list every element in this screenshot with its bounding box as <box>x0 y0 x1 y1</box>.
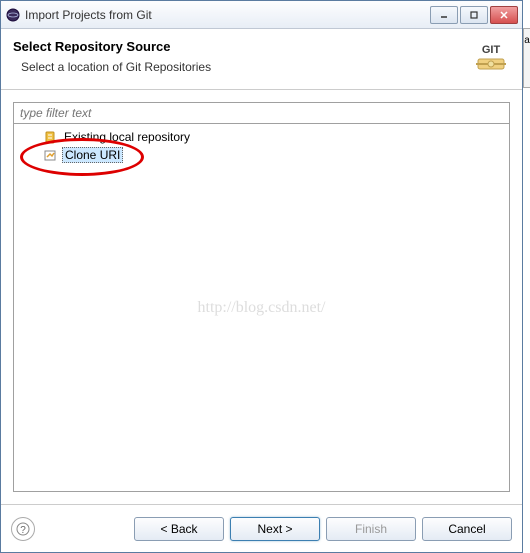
back-button[interactable]: < Back <box>134 517 224 541</box>
watermark-text: http://blog.csdn.net/ <box>198 299 326 317</box>
content-area: Existing local repository Clone URI http… <box>1 90 522 504</box>
repository-icon <box>42 129 58 145</box>
minimize-button[interactable] <box>430 6 458 24</box>
clone-icon <box>42 147 58 163</box>
svg-text:?: ? <box>20 525 26 536</box>
edge-fragment: a <box>523 28 530 88</box>
page-title: Select Repository Source <box>13 39 464 54</box>
tree-item-existing-local[interactable]: Existing local repository <box>14 128 509 146</box>
next-button[interactable]: Next > <box>230 517 320 541</box>
window-controls <box>430 6 518 24</box>
repository-source-tree[interactable]: Existing local repository Clone URI http… <box>13 124 510 492</box>
tree-item-label: Existing local repository <box>62 130 192 144</box>
titlebar: Import Projects from Git <box>1 1 522 29</box>
finish-button[interactable]: Finish <box>326 517 416 541</box>
tree-item-clone-uri[interactable]: Clone URI <box>14 146 509 164</box>
git-icon: GIT <box>472 39 510 77</box>
close-button[interactable] <box>490 6 518 24</box>
help-button[interactable]: ? <box>11 517 35 541</box>
eclipse-icon <box>5 7 21 23</box>
cancel-button[interactable]: Cancel <box>422 517 512 541</box>
dialog-window: Import Projects from Git Select Reposito… <box>0 0 523 553</box>
page-subtitle: Select a location of Git Repositories <box>21 60 464 74</box>
button-bar: ? < Back Next > Finish Cancel <box>1 504 522 552</box>
tree-item-label: Clone URI <box>62 147 123 163</box>
filter-input[interactable] <box>13 102 510 124</box>
maximize-button[interactable] <box>460 6 488 24</box>
svg-text:GIT: GIT <box>482 44 501 56</box>
window-title: Import Projects from Git <box>25 8 430 22</box>
wizard-header: Select Repository Source Select a locati… <box>1 29 522 90</box>
